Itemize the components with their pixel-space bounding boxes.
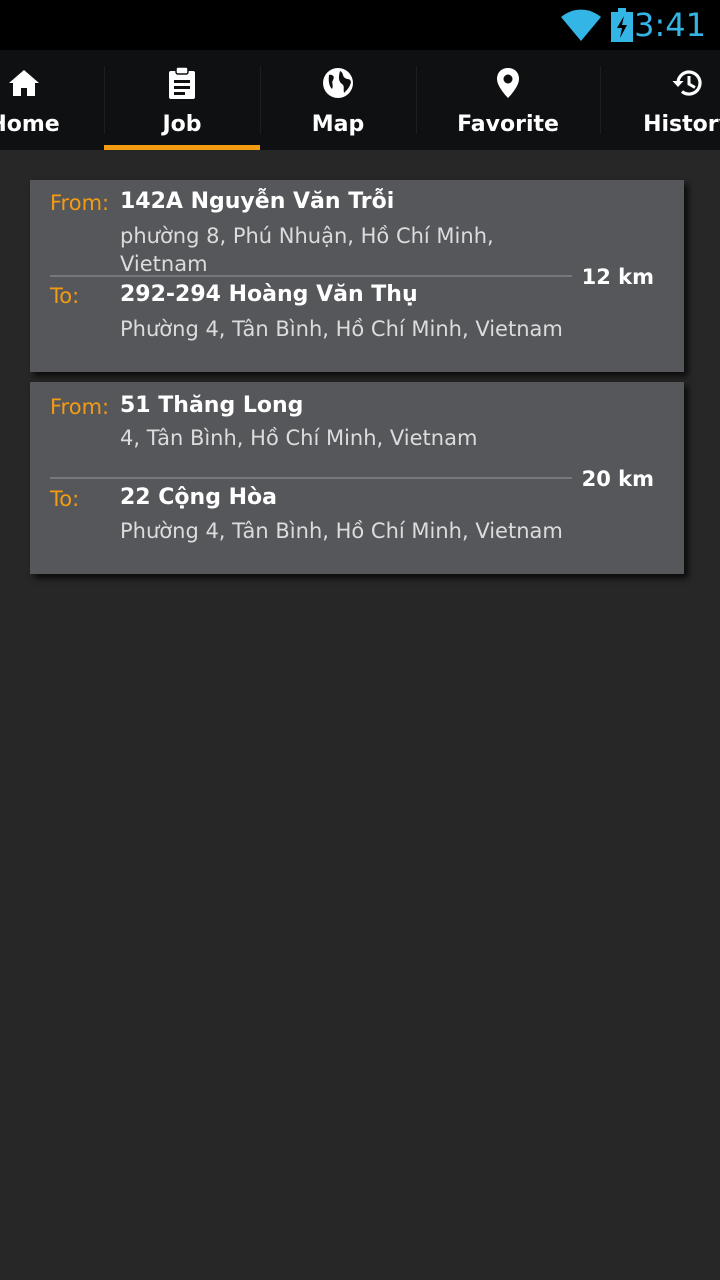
tab-map[interactable]: Map bbox=[260, 50, 416, 150]
location-pin-icon bbox=[497, 68, 519, 98]
from-label: From: bbox=[50, 191, 110, 215]
globe-icon bbox=[323, 68, 353, 98]
home-icon bbox=[9, 70, 39, 96]
tab-job[interactable]: Job bbox=[104, 50, 260, 150]
to-label: To: bbox=[50, 284, 80, 308]
job-card[interactable]: From: 51 Thăng Long 4, Tân Bình, Hồ Chí … bbox=[30, 382, 684, 574]
job-list: From: 142A Nguyễn Văn Trỗi phường 8, Phú… bbox=[30, 180, 690, 584]
from-address-detail: phường 8, Phú Nhuận, Hồ Chí Minh, Vietna… bbox=[120, 224, 494, 276]
tab-favorite[interactable]: Favorite bbox=[416, 50, 600, 150]
distance: 12 km bbox=[581, 265, 654, 289]
selected-tab-indicator bbox=[104, 145, 260, 150]
tab-label: History bbox=[643, 112, 720, 137]
card-divider bbox=[50, 477, 572, 479]
to-address-detail: Phường 4, Tân Bình, Hồ Chí Minh, Vietnam bbox=[120, 519, 563, 543]
tab-bar: Home Job Map Favorite bbox=[0, 50, 720, 150]
clipboard-icon bbox=[169, 66, 195, 99]
to-address: 22 Cộng Hòa bbox=[120, 485, 277, 510]
card-divider bbox=[50, 275, 572, 277]
status-clock: 3:41 bbox=[634, 6, 706, 44]
from-address: 51 Thăng Long bbox=[120, 393, 304, 418]
from-label: From: bbox=[50, 395, 110, 419]
wifi-icon bbox=[561, 9, 601, 42]
history-icon bbox=[672, 70, 702, 96]
status-bar: 3:41 bbox=[0, 0, 720, 50]
job-card[interactable]: From: 142A Nguyễn Văn Trỗi phường 8, Phú… bbox=[30, 180, 684, 372]
from-address-detail: 4, Tân Bình, Hồ Chí Minh, Vietnam bbox=[120, 426, 478, 450]
tab-label: Map bbox=[311, 112, 365, 137]
tab-history[interactable]: History bbox=[600, 50, 720, 150]
battery-charging-icon bbox=[611, 8, 633, 42]
to-label: To: bbox=[50, 487, 80, 511]
from-address: 142A Nguyễn Văn Trỗi bbox=[120, 189, 395, 214]
to-address: 292-294 Hoàng Văn Thụ bbox=[120, 282, 418, 307]
tab-label: Job bbox=[162, 112, 202, 137]
distance: 20 km bbox=[581, 467, 654, 491]
tab-label: Home bbox=[0, 112, 60, 137]
to-address-detail: Phường 4, Tân Bình, Hồ Chí Minh, Vietnam bbox=[120, 317, 563, 341]
tab-home[interactable]: Home bbox=[0, 50, 104, 150]
tab-label: Favorite bbox=[457, 112, 559, 137]
